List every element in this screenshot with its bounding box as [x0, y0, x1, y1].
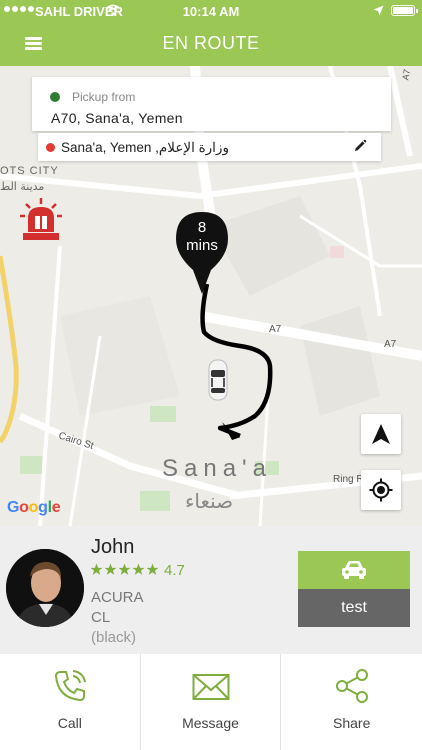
pencil-icon[interactable]: [353, 139, 367, 153]
header-bar: SAHL DRIVER 10:14 AM EN ROUTE: [0, 0, 422, 66]
pickup-label: Pickup from: [72, 90, 136, 104]
call-button[interactable]: Call: [0, 654, 141, 750]
driver-panel: John 4.7 ACURA CL (black) test: [0, 526, 422, 654]
map-label-ring-road: Ring R: [333, 474, 364, 485]
pickup-card[interactable]: Pickup from A70, Sana'a, Yemen: [32, 77, 391, 131]
my-location-icon: [369, 478, 393, 502]
navigate-button[interactable]: [361, 414, 401, 454]
map-label-city-ar: صنعاء: [185, 489, 233, 513]
map-label-area-ar: مدينة الط: [0, 180, 44, 193]
share-button[interactable]: Share: [281, 654, 422, 750]
car-icon: [342, 561, 366, 579]
driver-rating: 4.7: [164, 562, 185, 579]
share-label: Share: [333, 715, 371, 731]
vehicle-marker-icon: [208, 359, 228, 401]
star-icon: [118, 563, 131, 575]
driver-photo: [6, 549, 84, 627]
driver-name: John: [91, 536, 135, 558]
page-title: EN ROUTE: [162, 33, 260, 53]
license-plate: test: [298, 589, 410, 627]
car-make: ACURA: [91, 589, 144, 606]
car-color: (black): [91, 629, 137, 646]
destination-bar[interactable]: Sana'a, Yemen ,وزارة الإعلام: [38, 133, 381, 161]
eta-value: 8: [197, 219, 207, 236]
share-icon: [335, 669, 368, 703]
battery-icon: [391, 5, 418, 16]
envelope-icon: [192, 674, 229, 700]
map-label-area-en: OTS CITY: [0, 165, 59, 177]
eta-label: 8 mins: [173, 219, 231, 255]
destination-address: Sana'a, Yemen ,وزارة الإعلام: [61, 140, 229, 155]
siren-alert-icon[interactable]: [18, 196, 64, 242]
star-icon: [104, 563, 117, 575]
message-button[interactable]: Message: [141, 654, 282, 750]
phone-icon: [54, 670, 86, 702]
google-logo: Google: [7, 499, 61, 516]
status-time: 10:14 AM: [182, 4, 240, 19]
pickup-dot: [50, 92, 60, 102]
vehicle-button[interactable]: [298, 551, 410, 589]
star-icon: [132, 563, 145, 575]
eta-unit: mins: [186, 237, 218, 254]
location-arrow-icon: [373, 5, 384, 16]
destination-dot: [46, 143, 55, 152]
map-label-a7b: A7: [384, 339, 397, 350]
map-label-a7: A7: [269, 324, 282, 335]
status-bar: SAHL DRIVER 10:14 AM: [0, 0, 422, 22]
my-location-button[interactable]: [361, 470, 401, 510]
message-label: Message: [182, 715, 239, 731]
call-label: Call: [57, 715, 82, 731]
star-icon: [90, 563, 103, 575]
map-view[interactable]: OTS CITY مدينة الط A7 A7 A7 Cairo St Rin…: [0, 66, 422, 526]
action-bar: Call Message Share: [0, 654, 422, 750]
map-label-a7c: A7: [400, 68, 412, 81]
navigation-arrow-icon: [372, 424, 390, 444]
map-label-city-en: Sana'a: [162, 455, 272, 482]
driver-avatar: [6, 549, 84, 627]
pickup-address: A70, Sana'a, Yemen: [51, 110, 183, 126]
star-icon: [146, 563, 159, 575]
car-model: CL: [91, 609, 111, 626]
rating-stars: [90, 563, 159, 576]
